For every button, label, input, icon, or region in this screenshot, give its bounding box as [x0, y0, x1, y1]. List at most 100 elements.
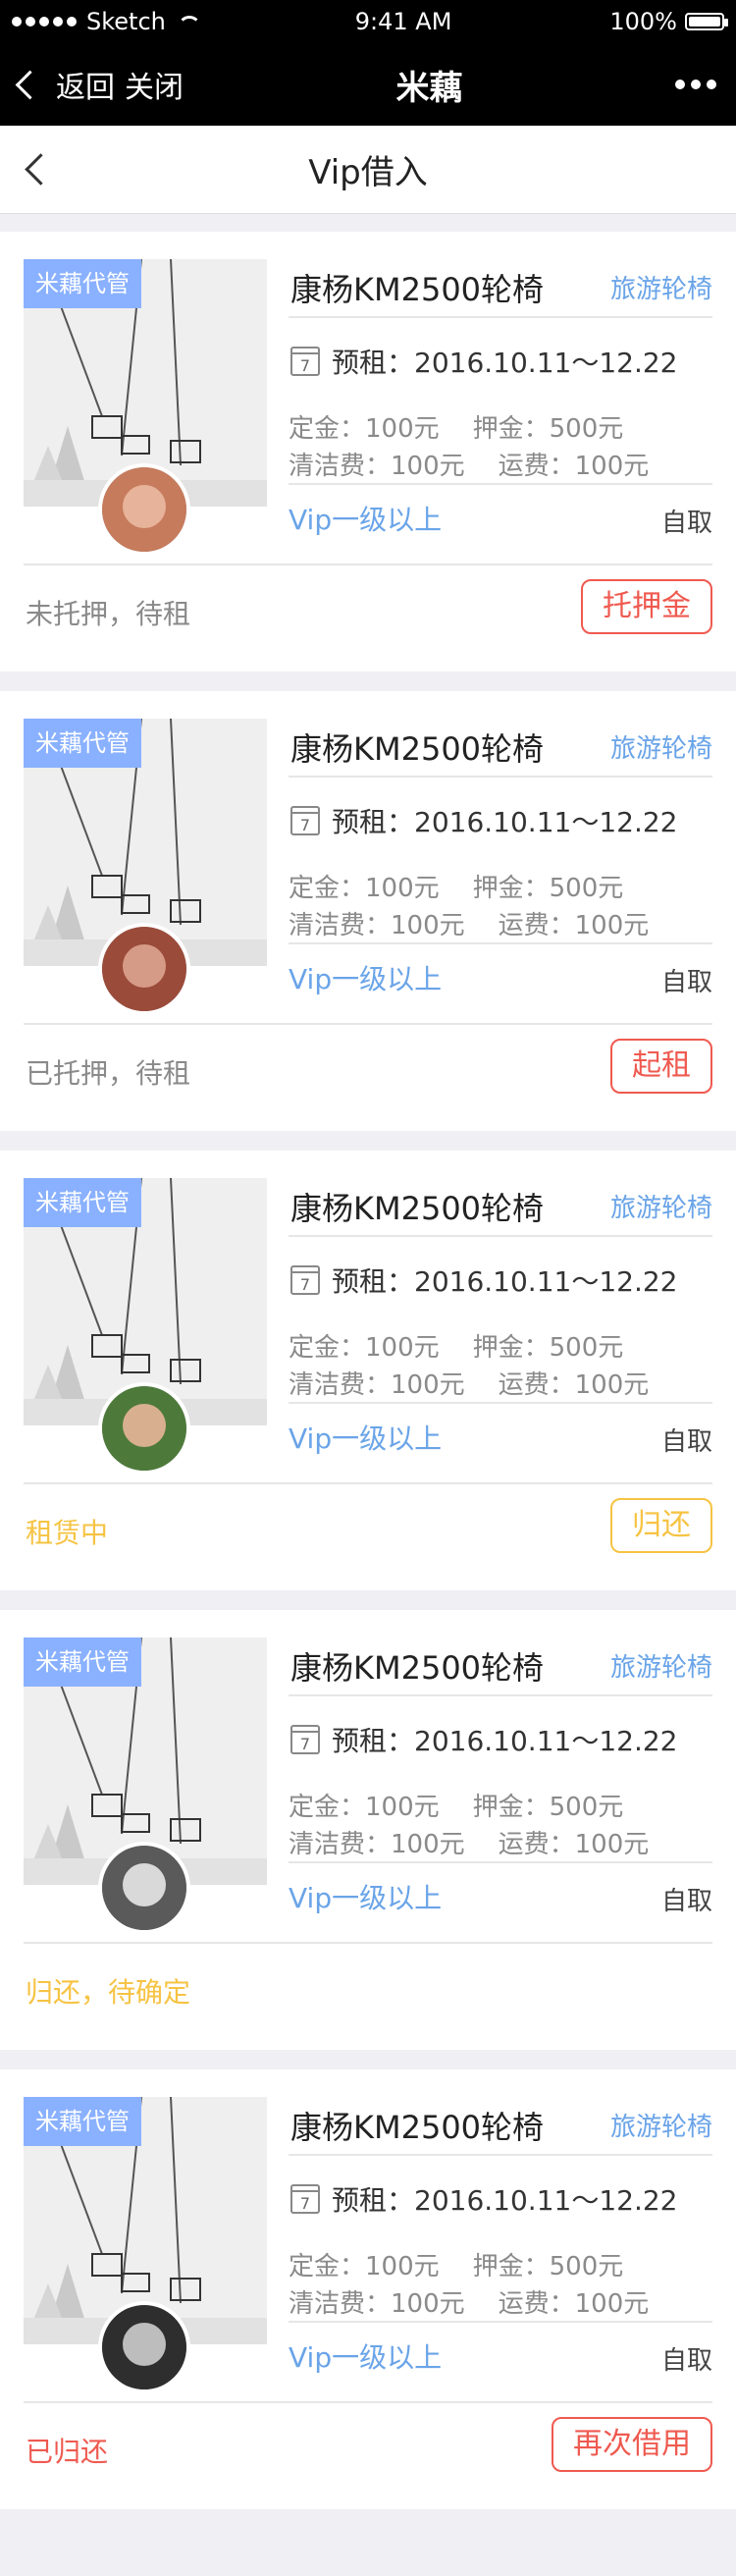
signal-icon [12, 17, 77, 27]
vip-level: Vip一级以上 [289, 504, 443, 536]
item-card[interactable]: 米藕代管 康杨KM2500轮椅 旅游轮椅 预租：2016.10.11～12.22… [0, 1610, 736, 2050]
close-button[interactable]: 关闭 [125, 63, 184, 106]
fees-row-1: 定金：100元 押金：500元 [289, 868, 623, 904]
vip-level: Vip一级以上 [289, 1422, 443, 1455]
divider [289, 942, 712, 944]
vip-level: Vip一级以上 [289, 963, 443, 995]
rental-date-text: 预租：2016.10.11～12.22 [332, 806, 678, 838]
fees-row-2: 清洁费：100元 运费：100元 [289, 1365, 649, 1401]
pickup-method: 自取 [660, 2346, 712, 2376]
divider [24, 2401, 712, 2403]
fees-row-1: 定金：100元 押金：500元 [289, 408, 623, 445]
fees-row-2: 清洁费：100元 运费：100元 [289, 1824, 649, 1860]
pickup-method: 自取 [660, 1427, 712, 1457]
avatar [98, 1382, 190, 1475]
category-link[interactable]: 旅游轮椅 [610, 269, 712, 305]
avatar [98, 2301, 190, 2393]
rental-date: 预租：2016.10.11～12.22 [290, 342, 677, 381]
pickup-method: 自取 [660, 1887, 712, 1916]
rental-date-text: 预租：2016.10.11～12.22 [332, 1265, 678, 1298]
managed-tag: 米藕代管 [24, 1178, 141, 1227]
shipping-fee-text: 运费：100元 [498, 911, 650, 940]
back-button[interactable]: 返回 [56, 63, 115, 106]
item-card[interactable]: 米藕代管 康杨KM2500轮椅 旅游轮椅 预租：2016.10.11～12.22… [0, 232, 736, 671]
divider [24, 1942, 712, 1944]
pickup-method: 自取 [660, 968, 712, 997]
pledge-text: 押金：500元 [472, 874, 624, 903]
managed-tag: 米藕代管 [24, 2097, 141, 2146]
fees-row-1: 定金：100元 押金：500元 [289, 2246, 623, 2282]
action-button[interactable]: 托押金 [581, 579, 712, 634]
action-button[interactable]: 归还 [610, 1498, 712, 1553]
pickup-method: 自取 [660, 509, 712, 538]
avatar [98, 1842, 190, 1934]
shipping-fee-text: 运费：100元 [498, 1830, 650, 1859]
carrier-label: Sketch [86, 8, 166, 35]
shipping-fee-text: 运费：100元 [498, 1370, 650, 1400]
shipping-fee-text: 运费：100元 [498, 452, 650, 481]
product-name: 康杨KM2500轮椅 [290, 1190, 545, 1227]
managed-tag: 米藕代管 [24, 259, 141, 308]
cleaning-fee-text: 清洁费：100元 [289, 452, 465, 481]
product-name: 康杨KM2500轮椅 [290, 1649, 545, 1687]
divider [289, 1235, 712, 1237]
category-link[interactable]: 旅游轮椅 [610, 1188, 712, 1224]
deposit-text: 定金：100元 [289, 1333, 440, 1363]
page-nav: Vip借入 [0, 126, 736, 214]
category-link[interactable]: 旅游轮椅 [610, 1647, 712, 1684]
rental-status: 已归还 [26, 2436, 109, 2468]
calendar-icon [290, 1725, 320, 1754]
divider [289, 1694, 712, 1696]
fees-row-2: 清洁费：100元 运费：100元 [289, 2283, 649, 2320]
divider [289, 2154, 712, 2156]
product-name: 康杨KM2500轮椅 [290, 2109, 545, 2146]
rental-date: 预租：2016.10.11～12.22 [290, 1720, 677, 1759]
rental-status: 已托押，待租 [26, 1057, 191, 1090]
product-name: 康杨KM2500轮椅 [290, 271, 545, 308]
calendar-icon [290, 806, 320, 835]
category-link[interactable]: 旅游轮椅 [610, 2107, 712, 2143]
status-time: 9:41 AM [354, 8, 452, 35]
action-button[interactable]: 起租 [610, 1039, 712, 1094]
divider [24, 1482, 712, 1484]
battery-percent: 100% [609, 8, 677, 35]
divider [289, 1402, 712, 1404]
shipping-fee-text: 运费：100元 [498, 2289, 650, 2319]
cleaning-fee-text: 清洁费：100元 [289, 2289, 465, 2319]
item-card[interactable]: 米藕代管 康杨KM2500轮椅 旅游轮椅 预租：2016.10.11～12.22… [0, 1151, 736, 1590]
rental-status: 未托押，待租 [26, 598, 191, 630]
action-button[interactable]: 再次借用 [552, 2417, 712, 2472]
deposit-text: 定金：100元 [289, 1793, 440, 1822]
avatar [98, 463, 190, 556]
item-card[interactable]: 米藕代管 康杨KM2500轮椅 旅游轮椅 预租：2016.10.11～12.22… [0, 691, 736, 1131]
deposit-text: 定金：100元 [289, 2252, 440, 2281]
divider [289, 1861, 712, 1863]
pledge-text: 押金：500元 [472, 2252, 624, 2281]
managed-tag: 米藕代管 [24, 1637, 141, 1687]
avatar [98, 923, 190, 1015]
rental-date-text: 预租：2016.10.11～12.22 [332, 2184, 678, 2217]
cleaning-fee-text: 清洁费：100元 [289, 1830, 465, 1859]
app-title: 米藕 [395, 68, 463, 108]
status-bar: Sketch 9:41 AM 100% [0, 0, 736, 43]
vip-level: Vip一级以上 [289, 1882, 443, 1914]
rental-status: 归还，待确定 [26, 1976, 191, 2009]
vip-level: Vip一级以上 [289, 2341, 443, 2374]
calendar-icon [290, 1265, 320, 1295]
divider [289, 483, 712, 485]
divider [24, 1023, 712, 1025]
more-icon[interactable] [675, 80, 716, 89]
divider [289, 776, 712, 778]
calendar-icon [290, 2184, 320, 2214]
pledge-text: 押金：500元 [472, 414, 624, 444]
rental-date: 预租：2016.10.11～12.22 [290, 801, 677, 840]
chevron-left-icon[interactable] [15, 70, 45, 99]
fees-row-2: 清洁费：100元 运费：100元 [289, 446, 649, 482]
rental-date: 预租：2016.10.11～12.22 [290, 1261, 677, 1300]
rental-status: 租赁中 [26, 1517, 109, 1549]
category-link[interactable]: 旅游轮椅 [610, 728, 712, 765]
rental-date-text: 预租：2016.10.11～12.22 [332, 1725, 678, 1757]
divider [289, 316, 712, 318]
item-card[interactable]: 米藕代管 康杨KM2500轮椅 旅游轮椅 预租：2016.10.11～12.22… [0, 2069, 736, 2509]
deposit-text: 定金：100元 [289, 414, 440, 444]
